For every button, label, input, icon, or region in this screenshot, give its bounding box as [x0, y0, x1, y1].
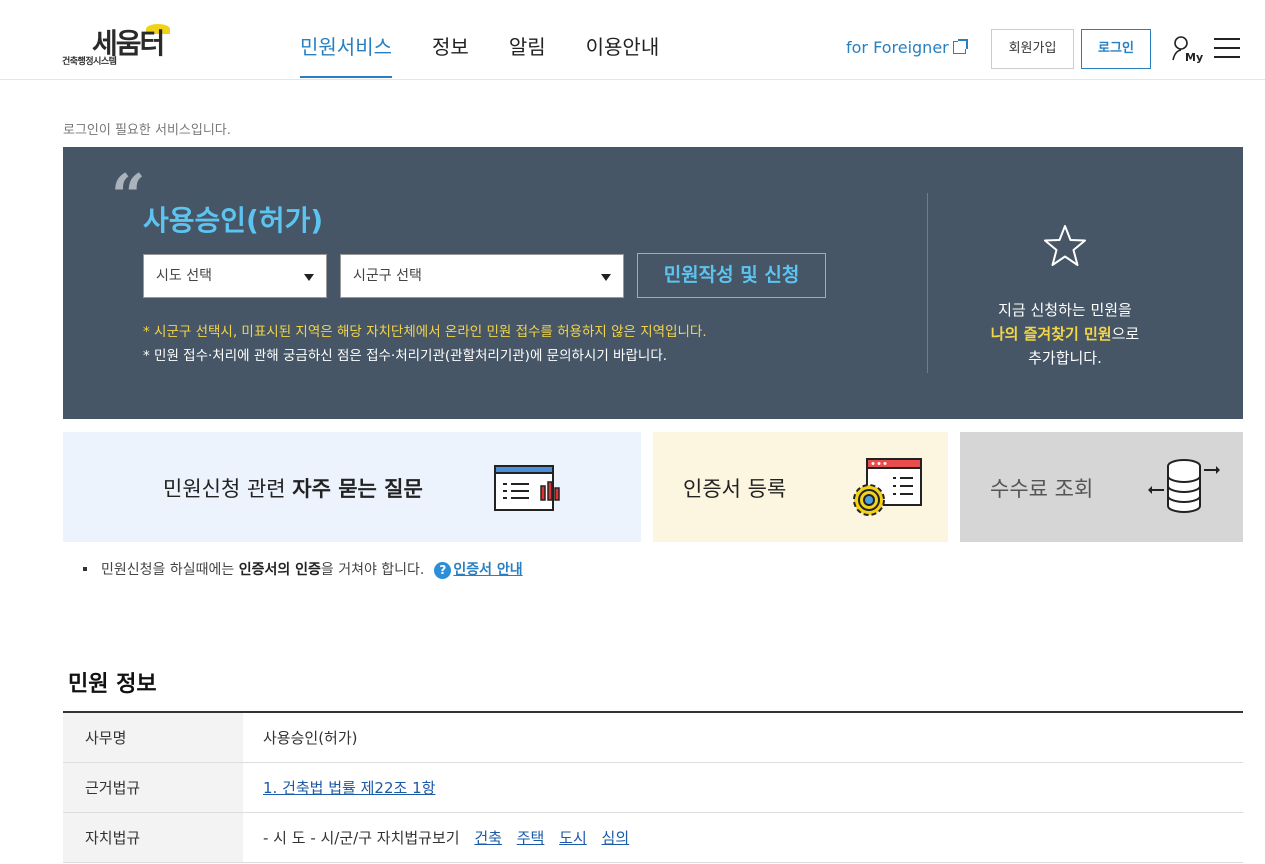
certificate-card-label: 인증서 등록	[683, 477, 787, 501]
for-foreigner-label: for Foreigner	[846, 38, 949, 57]
local-law-link-city[interactable]: 도시	[559, 829, 587, 847]
hero-divider	[927, 193, 928, 373]
nav-item-guide[interactable]: 이용안내	[586, 0, 660, 80]
table-row: 근거법규 1. 건축법 법률 제22조 1항	[63, 763, 1243, 813]
bullet-icon	[83, 567, 87, 571]
dropdown-caret-icon	[601, 274, 611, 281]
login-required-notice: 로그인이 필요한 서비스입니다.	[63, 123, 231, 138]
hamburger-menu-icon[interactable]	[1214, 38, 1240, 60]
favorite-line2: 나의 즐겨찾기 민원으로	[947, 322, 1183, 346]
row-value: 사용승인(허가)	[263, 729, 358, 747]
row-value: - 시 도 - 시/군/구 자치법규보기 건축 주택 도시 심의	[243, 813, 1243, 862]
login-button[interactable]: 로그인	[1081, 29, 1151, 69]
nav-item-civil-service[interactable]: 민원서비스	[300, 0, 392, 80]
service-hero-panel: “ 사용승인(허가) 시도 선택 시군구 선택 민원작성 및 신청 * 시군구 …	[63, 147, 1243, 419]
fee-card-label: 수수료 조회	[990, 477, 1094, 501]
certificate-guide-link[interactable]: 인증서 안내	[453, 562, 522, 578]
dropdown-caret-icon	[304, 274, 314, 281]
service-title: 사용승인(허가)	[143, 204, 324, 237]
inquiry-notice: * 민원 접수·처리에 관해 궁금하신 점은 접수·처리기관(관할처리기관)에 …	[143, 348, 668, 364]
certificate-info: 민원신청을 하실때에는 인증서의 인증을 거쳐야 합니다.? 인증서 안내	[83, 559, 523, 579]
sigungu-select[interactable]: 시군구 선택	[340, 254, 624, 298]
database-transfer-icon	[1148, 459, 1220, 513]
faq-bold: 자주 묻는 질문	[292, 477, 423, 501]
favorite-line1: 지금 신청하는 민원을	[998, 301, 1132, 319]
row-label: 근거법규	[63, 763, 243, 812]
nav-item-info[interactable]: 정보	[432, 0, 469, 80]
faq-chart-icon	[494, 465, 560, 511]
site-header: 세움터 건축행정시스템 민원서비스 정보 알림 이용안내 for Foreign…	[0, 0, 1265, 80]
apply-button[interactable]: 민원작성 및 신청	[637, 253, 826, 298]
sido-select[interactable]: 시도 선택	[143, 254, 327, 298]
sigungu-select-value: 시군구 선택	[353, 268, 422, 284]
for-foreigner-link[interactable]: for Foreigner	[846, 38, 968, 57]
faq-card-label: 민원신청 관련 자주 묻는 질문	[163, 473, 423, 503]
law-link[interactable]: 1. 건축법 법률 제22조 1항	[263, 779, 435, 797]
main-nav: 민원서비스 정보 알림 이용안내	[300, 0, 699, 80]
favorite-star-icon[interactable]	[1041, 223, 1089, 269]
local-law-link-building[interactable]: 건축	[474, 829, 502, 847]
local-law-link-review[interactable]: 심의	[602, 829, 630, 847]
section-title: 민원 정보	[68, 672, 157, 697]
fee-inquiry-card[interactable]: 수수료 조회	[960, 432, 1243, 542]
local-law-link-housing[interactable]: 주택	[517, 829, 545, 847]
row-label: 사무명	[63, 713, 243, 762]
region-notice: * 시군구 선택시, 미표시된 지역은 해당 자치단체에서 온라인 민원 접수를…	[143, 324, 707, 340]
table-row: 사무명 사용승인(허가)	[63, 713, 1243, 763]
quote-mark-icon: “	[111, 162, 146, 232]
row-value: 1. 건축법 법률 제22조 1항	[243, 763, 1243, 812]
favorite-description: 지금 신청하는 민원을 나의 즐겨찾기 민원으로 추가합니다.	[947, 298, 1183, 370]
civil-info-table: 사무명 사용승인(허가) 근거법규 1. 건축법 법률 제22조 1항 자치법규…	[63, 711, 1243, 863]
join-button[interactable]: 회원가입	[991, 29, 1074, 69]
favorite-suffix: 으로	[1111, 325, 1140, 343]
info-text2: 을 거쳐야 합니다.	[320, 562, 425, 578]
question-circle-icon: ?	[434, 562, 452, 579]
external-link-icon	[952, 39, 968, 54]
certificate-gear-icon	[853, 458, 922, 516]
info-bold: 인증서의 인증	[238, 562, 321, 578]
logo-subtitle: 건축행정시스템	[62, 57, 117, 67]
nav-item-notice[interactable]: 알림	[509, 0, 546, 80]
certificate-register-card[interactable]: 인증서 등록	[653, 432, 948, 542]
favorite-highlight: 나의 즐겨찾기 민원	[990, 325, 1112, 343]
row-label: 자치법규	[63, 813, 243, 862]
my-page-icon[interactable]: My	[1171, 34, 1205, 64]
my-label: My	[1185, 51, 1203, 64]
info-text1: 민원신청을 하실때에는	[101, 562, 239, 578]
table-row: 자치법규 - 시 도 - 시/군/구 자치법규보기 건축 주택 도시 심의	[63, 813, 1243, 863]
faq-card[interactable]: 민원신청 관련 자주 묻는 질문	[63, 432, 641, 542]
faq-prefix: 민원신청 관련	[163, 477, 293, 501]
local-law-prefix: - 시 도 - 시/군/구 자치법규보기	[263, 829, 460, 847]
site-logo[interactable]: 세움터 건축행정시스템	[62, 22, 202, 68]
sido-select-value: 시도 선택	[156, 268, 212, 284]
favorite-line3: 추가합니다.	[1028, 349, 1102, 367]
